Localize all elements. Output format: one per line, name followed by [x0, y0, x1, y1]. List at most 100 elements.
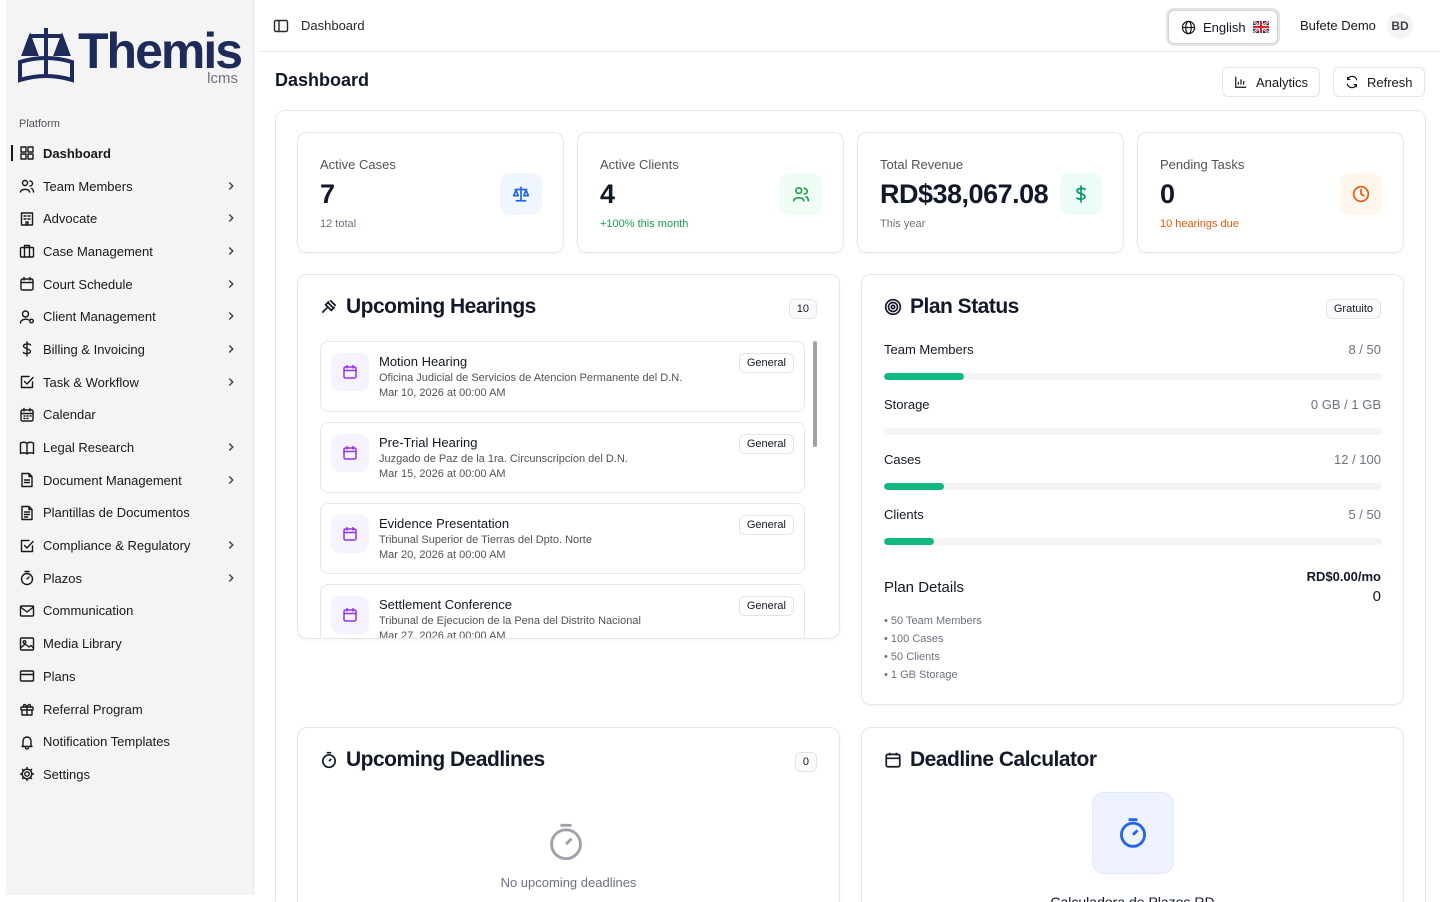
plan-tier-badge: Gratuito — [1325, 299, 1381, 319]
sidebar-item-dashboard[interactable]: Dashboard — [6, 137, 254, 170]
resource-progress-fill — [884, 483, 944, 490]
timer-icon — [1120, 818, 1146, 848]
sidebar-item-plantillas-de-documentos[interactable]: Plantillas de Documentos — [6, 497, 254, 530]
chevron-right-icon — [224, 277, 238, 291]
sidebar-item-label: Case Management — [43, 243, 153, 259]
scroll-thumb[interactable] — [813, 341, 817, 447]
stat-subtext: +100% this month — [600, 218, 689, 230]
sidebar-item-plazos[interactable]: Plazos — [6, 562, 254, 595]
sidebar-item-plans[interactable]: Plans — [6, 660, 254, 693]
resource-value: 0 GB / 1 GB — [1310, 397, 1381, 412]
hearing-item[interactable]: Pre-Trial Hearing Juzgado de Paz de la 1… — [320, 422, 805, 493]
stat-card-total-revenue[interactable]: Total Revenue RD$38,067.08 This year — [857, 132, 1124, 253]
resource-label: Cases — [884, 452, 921, 467]
chevron-right-icon — [224, 571, 238, 585]
sidebar-item-label: Communication — [43, 603, 134, 619]
hearing-court: Juzgado de Paz de la 1ra. Circunscripcio… — [379, 453, 628, 465]
stat-label: Active Cases — [320, 157, 396, 172]
stat-card-active-cases[interactable]: Active Cases 7 12 total — [297, 132, 564, 253]
sidebar-item-calendar[interactable]: Calendar — [6, 399, 254, 432]
resource-progress-bar — [884, 373, 1382, 380]
sidebar-item-label: Calendar — [43, 407, 96, 423]
stat-value: 7 — [320, 179, 335, 209]
avatar[interactable]: BD — [1387, 13, 1413, 39]
stat-label: Total Revenue — [880, 157, 964, 172]
plan-heading: Plan Status — [884, 295, 1019, 319]
stat-card-active-clients[interactable]: Active Clients 4 +100% this month — [577, 132, 844, 253]
hearing-type-badge: General — [738, 434, 794, 454]
grid-icon — [19, 145, 35, 161]
sidebar-item-communication[interactable]: Communication — [6, 595, 254, 628]
stat-card-pending-tasks[interactable]: Pending Tasks 0 10 hearings due — [1137, 132, 1404, 253]
hearing-item[interactable]: Settlement Conference Tribunal de Ejecuc… — [320, 584, 805, 638]
chevron-right-icon — [224, 342, 238, 356]
sidebar-item-media-library[interactable]: Media Library — [6, 627, 254, 660]
sidebar-item-legal-research[interactable]: Legal Research — [6, 431, 254, 464]
sidebar-item-label: Client Management — [43, 309, 156, 325]
calendar-days-icon — [19, 407, 35, 423]
calendar-icon — [331, 353, 369, 391]
sidebar-item-billing-and-invoicing[interactable]: Billing & Invoicing — [6, 333, 254, 366]
plan-feature: • 100 Cases — [884, 633, 944, 645]
timer-empty-icon — [550, 823, 582, 861]
sidebar-item-label: Settings — [43, 766, 90, 782]
upcoming-deadlines-panel: Upcoming Deadlines 0 No upcoming deadlin… — [297, 727, 840, 902]
file-icon — [19, 472, 35, 488]
stat-label: Active Clients — [600, 157, 679, 172]
book-icon — [19, 440, 35, 456]
hearing-item[interactable]: Evidence Presentation Tribunal Superior … — [320, 503, 805, 574]
calculator-label: Calculadora de Plazos RD — [1050, 894, 1215, 902]
credit-card-icon — [19, 668, 35, 684]
target-icon — [884, 298, 902, 316]
plan-title: Plan Status — [910, 295, 1019, 318]
sidebar-toggle-icon[interactable] — [273, 18, 289, 34]
sidebar-item-label: Billing & Invoicing — [43, 341, 145, 357]
deadlines-title: Upcoming Deadlines — [346, 748, 545, 771]
calendar-icon — [331, 515, 369, 553]
refresh-button[interactable]: Refresh — [1333, 67, 1425, 97]
sidebar-item-label: Dashboard — [43, 145, 111, 161]
sidebar-item-advocate[interactable]: Advocate — [6, 202, 254, 235]
sidebar-item-client-management[interactable]: Client Management — [6, 300, 254, 333]
hearing-item[interactable]: Motion Hearing Oficina Judicial de Servi… — [320, 341, 805, 412]
sidebar-item-label: Document Management — [43, 472, 182, 488]
sidebar-item-case-management[interactable]: Case Management — [6, 235, 254, 268]
brand-logo[interactable]: Themis lcms — [16, 20, 248, 92]
sidebar-item-court-schedule[interactable]: Court Schedule — [6, 268, 254, 301]
sidebar-item-label: Team Members — [43, 178, 133, 194]
sidebar-item-team-members[interactable]: Team Members — [6, 170, 254, 203]
breadcrumb[interactable]: Dashboard — [301, 18, 365, 33]
chevron-right-icon — [224, 244, 238, 258]
bell-icon — [19, 734, 35, 750]
language-selector[interactable]: English — [1168, 10, 1278, 44]
deadlines-heading: Upcoming Deadlines — [320, 748, 545, 772]
hearing-title: Motion Hearing — [379, 354, 468, 369]
sidebar-nav: Dashboard Team Members Advocate Case Man… — [6, 137, 254, 791]
upcoming-hearings-panel: Upcoming Hearings 10 Motion Hearing Ofic… — [297, 274, 840, 639]
hearings-count-badge: 10 — [788, 299, 817, 319]
analytics-button[interactable]: Analytics — [1222, 67, 1321, 97]
sidebar-item-settings[interactable]: Settings — [6, 758, 254, 791]
sidebar-item-label: Media Library — [43, 636, 122, 652]
resource-progress-bar — [884, 538, 1382, 545]
language-label: English — [1203, 19, 1246, 35]
hearing-date: Mar 10, 2026 at 00:00 AM — [379, 387, 506, 399]
sidebar-item-referral-program[interactable]: Referral Program — [6, 693, 254, 726]
resource-progress-bar — [884, 483, 1382, 490]
gavel-icon — [321, 299, 337, 314]
sidebar-item-document-management[interactable]: Document Management — [6, 464, 254, 497]
sidebar-item-label: Notification Templates — [43, 734, 170, 750]
sidebar-item-task-and-workflow[interactable]: Task & Workflow — [6, 366, 254, 399]
sidebar-item-notification-templates[interactable]: Notification Templates — [6, 725, 254, 758]
refresh-icon — [1346, 75, 1358, 89]
sidebar-item-compliance-and-regulatory[interactable]: Compliance & Regulatory — [6, 529, 254, 562]
dollar-icon — [1060, 173, 1102, 215]
user-name[interactable]: Bufete Demo — [1300, 18, 1376, 33]
calculator-launch-tile[interactable] — [1092, 792, 1174, 874]
plan-feature: • 50 Team Members — [884, 615, 982, 627]
plan-status-panel: Plan Status Gratuito Team Members 8 / 50… — [861, 274, 1404, 705]
check-square-icon — [19, 538, 35, 554]
hearings-scrollbar[interactable] — [813, 341, 817, 631]
hearing-title: Settlement Conference — [379, 597, 512, 612]
stat-label: Pending Tasks — [1160, 157, 1245, 172]
